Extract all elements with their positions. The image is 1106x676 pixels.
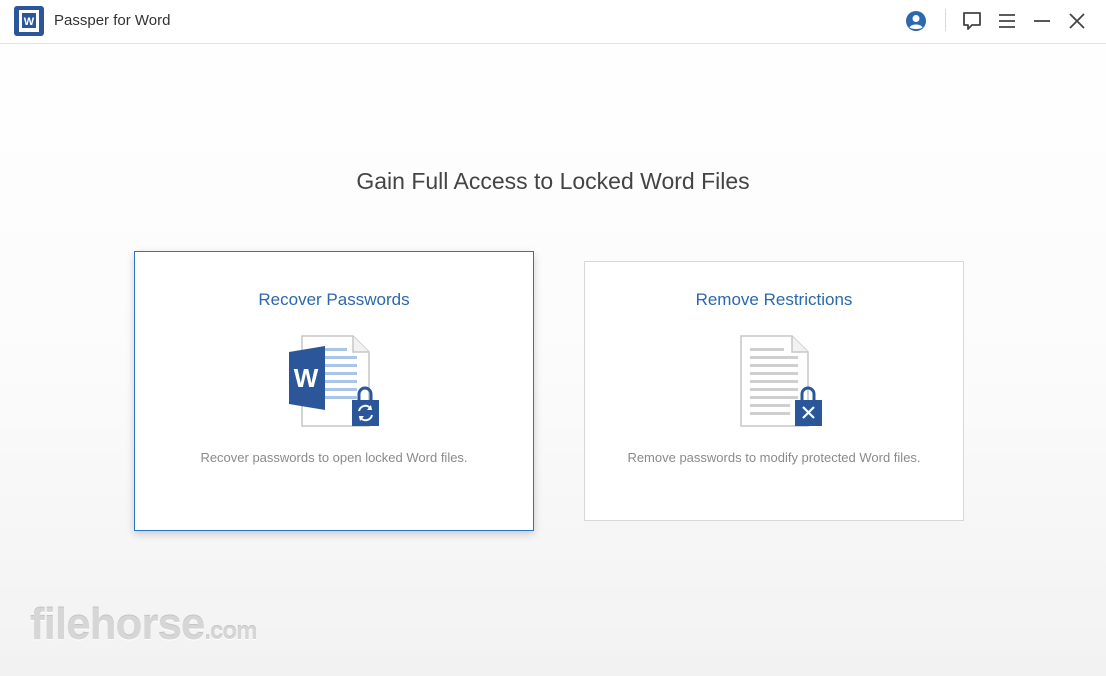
card-description: Recover passwords to open locked Word fi… (200, 450, 468, 465)
card-title: Remove Restrictions (695, 290, 853, 309)
menu-icon[interactable] (995, 9, 1019, 33)
title-bar: W Passper for Word (0, 0, 1106, 44)
svg-text:W: W (24, 16, 35, 28)
app-logo-icon: W (14, 6, 44, 36)
titlebar-separator (945, 9, 946, 31)
remove-restrictions-card[interactable]: Remove Restrictions Remove passwords to … (584, 261, 964, 521)
recover-passwords-card[interactable]: Recover Passwords W Recover passwords to… (134, 251, 534, 531)
card-title: Recover Passwords (258, 290, 410, 309)
minimize-icon[interactable] (1030, 9, 1054, 33)
feedback-icon[interactable] (960, 9, 984, 33)
page-headline: Gain Full Access to Locked Word Files (356, 168, 750, 194)
app-title: Passper for Word (54, 12, 171, 29)
document-lock-remove-icon (740, 335, 822, 427)
word-document-lock-refresh-icon: W (289, 335, 379, 427)
watermark-main: filehorse (30, 600, 205, 649)
filehorse-watermark: filehorse.com (30, 600, 257, 650)
card-description: Remove passwords to modify protected Wor… (627, 450, 921, 465)
watermark-tld: .com (204, 618, 257, 645)
close-icon[interactable] (1065, 9, 1089, 33)
svg-text:W: W (294, 363, 319, 393)
account-icon[interactable] (904, 9, 928, 33)
